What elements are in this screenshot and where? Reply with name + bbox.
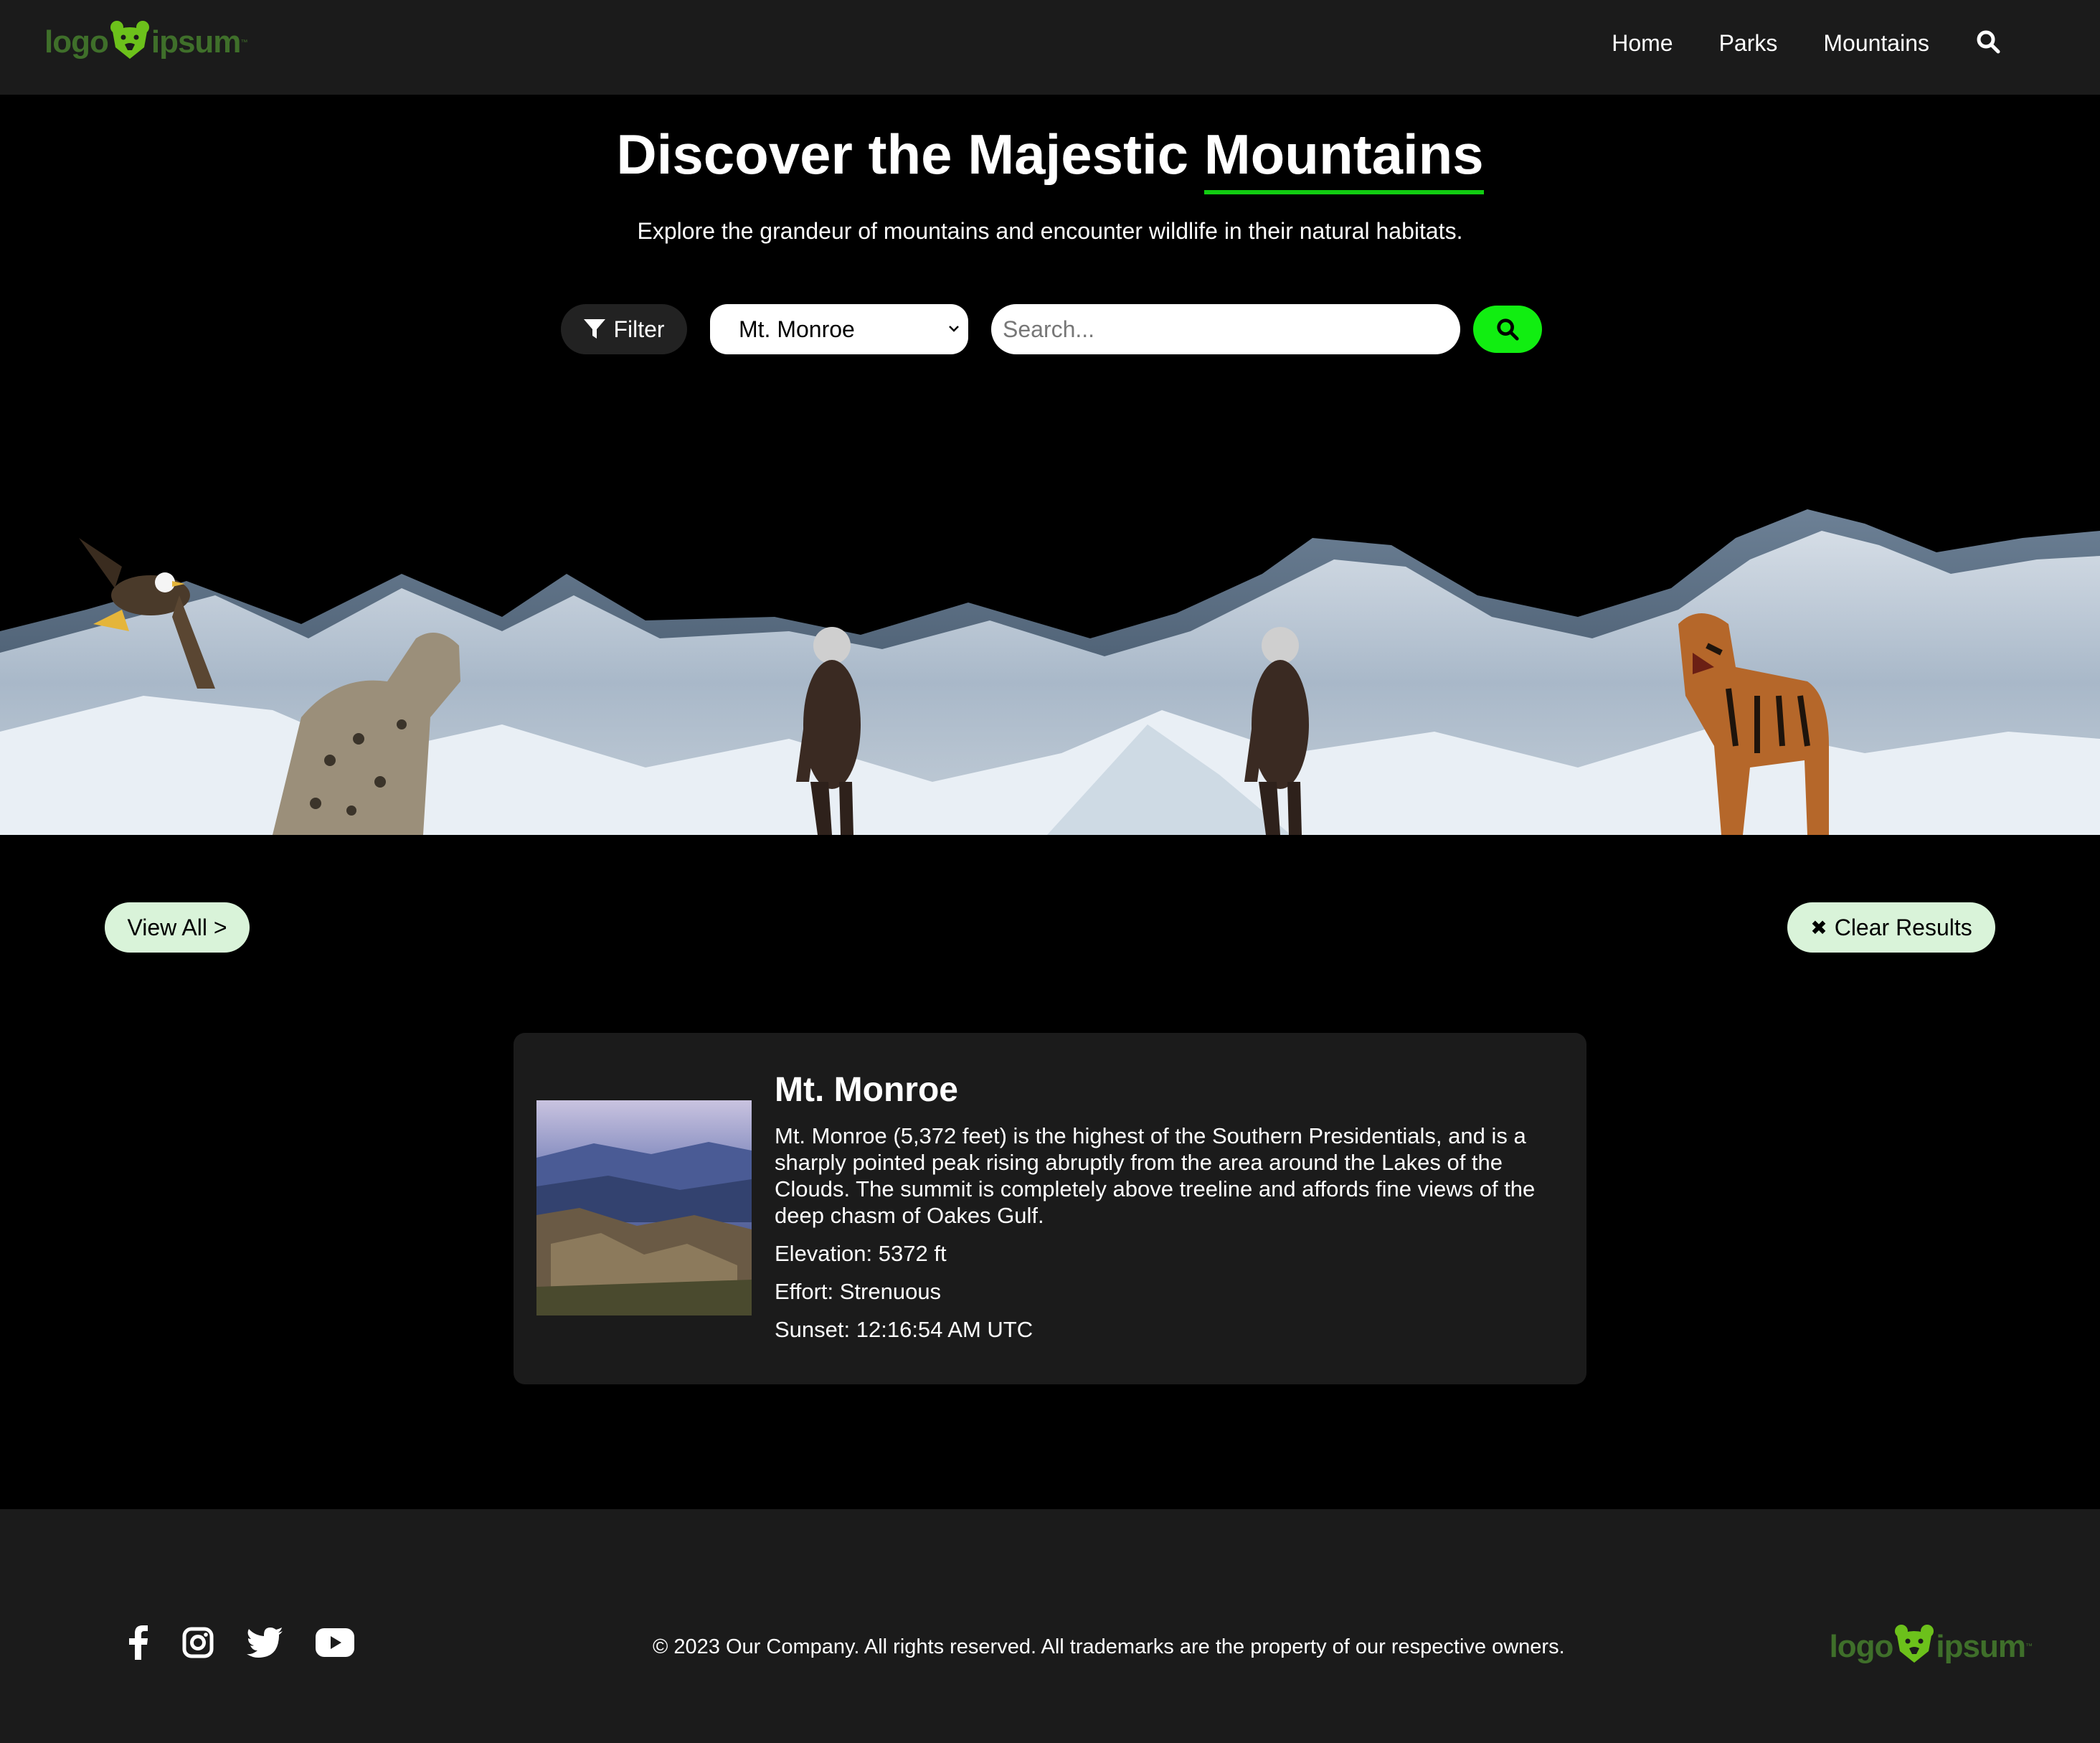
logo-trademark: ™ [240, 38, 248, 47]
top-navbar: logo ipsum ™ Home Parks Mountains [0, 0, 2100, 95]
footer-logo-text-right: ipsum [1936, 1628, 2026, 1664]
result-sunset: Sunset: 12:16:54 AM UTC [775, 1317, 1034, 1342]
social-links [128, 1625, 387, 1663]
bear-logo-icon [108, 17, 151, 68]
page-subtitle: Explore the grandeur of mountains and en… [637, 218, 1463, 244]
footer-logo-text-left: logo [1829, 1628, 1894, 1664]
instagram-icon[interactable] [182, 1627, 214, 1662]
mountain-result-card[interactable]: Mt. Monroe Mt. Monroe (5,372 feet) is th… [514, 1033, 1586, 1384]
page-title: Discover the Majestic Mountains [0, 122, 2100, 194]
search-icon [1497, 318, 1519, 341]
filter-icon [584, 319, 606, 339]
title-prefix: Discover the Majestic [616, 123, 1189, 186]
footer-bear-logo-icon [1893, 1621, 1936, 1672]
mountain-select[interactable]: Mt. Monroe [710, 304, 968, 354]
mountain-wildlife-banner [0, 509, 2100, 835]
youtube-icon[interactable] [316, 1628, 354, 1661]
nav-links: Home Parks Mountains [1566, 29, 2004, 57]
brand-logo[interactable]: logo ipsum ™ [44, 19, 247, 66]
footer-brand-logo[interactable]: logo ipsum ™ [1830, 1621, 2033, 1672]
clear-results-label: Clear Results [1834, 914, 1972, 940]
twitter-icon[interactable] [247, 1628, 283, 1661]
nav-link-home[interactable]: Home [1612, 30, 1673, 57]
result-description: Mt. Monroe (5,372 feet) is the highest o… [775, 1123, 1536, 1228]
facebook-icon[interactable] [128, 1625, 149, 1663]
chevron-down-icon [949, 326, 959, 332]
clear-results-button[interactable]: ✖ Clear Results [1787, 902, 1995, 953]
footer-logo-trademark: ™ [2025, 1643, 2033, 1650]
close-icon: ✖ [1810, 916, 1827, 939]
mountain-select-value: Mt. Monroe [739, 316, 855, 342]
page-footer: © 2023 Our Company. All rights reserved.… [0, 1509, 2100, 1743]
filter-button[interactable]: Filter [561, 304, 687, 354]
search-button[interactable] [1473, 306, 1542, 353]
result-effort: Effort: Strenuous [775, 1279, 942, 1304]
logo-text-right: ipsum [151, 24, 242, 60]
result-details: Mt. Monroe Mt. Monroe (5,372 feet) is th… [775, 1070, 1564, 1354]
filter-button-label: Filter [613, 316, 665, 342]
view-all-button[interactable]: View All > [105, 902, 250, 953]
nav-link-mountains[interactable]: Mountains [1823, 30, 1929, 57]
search-input[interactable] [991, 304, 1460, 354]
logo-text-left: logo [44, 24, 109, 60]
copyright-text: © 2023 Our Company. All rights reserved.… [653, 1635, 1565, 1658]
result-elevation: Elevation: 5372 ft [775, 1241, 947, 1266]
search-icon[interactable] [1975, 29, 2004, 57]
result-title: Mt. Monroe [775, 1071, 958, 1109]
mountain-thumbnail [536, 1100, 752, 1315]
nav-link-parks[interactable]: Parks [1719, 30, 1778, 57]
title-highlight: Mountains [1203, 122, 1484, 194]
